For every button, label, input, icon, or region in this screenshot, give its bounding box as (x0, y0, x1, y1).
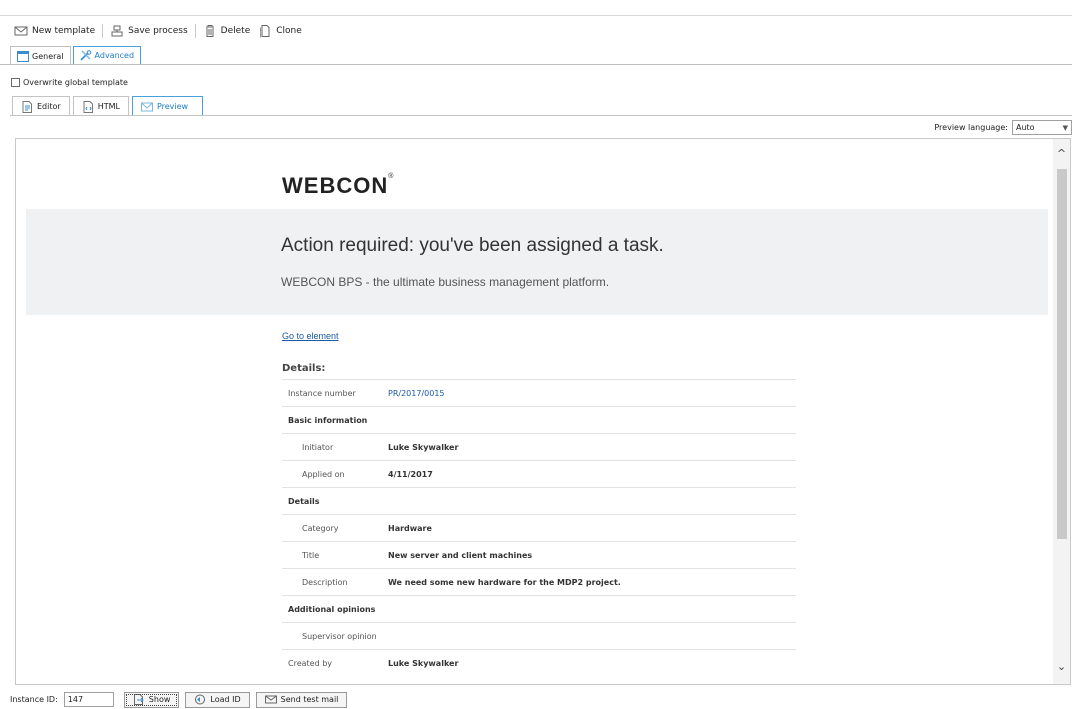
show-label: Show (148, 695, 171, 704)
details-row-value: 4/11/2017 (388, 469, 433, 479)
overwrite-global-template-row[interactable]: Overwrite global template (11, 78, 128, 87)
details-row-label: Additional opinions (288, 604, 376, 614)
tab-divider (0, 64, 1072, 65)
tab-editor[interactable]: Editor (12, 96, 70, 116)
load-id-label: Load ID (210, 695, 241, 704)
new-mail-template-icon (14, 26, 28, 35)
details-row: Description We need some new hardware for… (282, 568, 796, 595)
details-row-label: Initiator (302, 442, 334, 452)
save-process-button[interactable]: Save process (106, 21, 192, 41)
toolbar-separator (194, 23, 196, 38)
details-row-value: Luke Skywalker (388, 442, 459, 452)
header-banner: Action required: you've been assigned a … (26, 209, 1048, 315)
preview-language-label: Preview language: (934, 123, 1008, 132)
details-row: Created by Luke Skywalker (282, 649, 796, 676)
logo-text: WEBCON (282, 173, 389, 198)
details-heading: Details: (282, 363, 326, 374)
details-row-value: Luke Skywalker (388, 658, 459, 668)
details-section-row: Details (282, 487, 796, 514)
preview-language-select[interactable]: Auto ▼ (1012, 120, 1072, 135)
details-row-value: Hardware (388, 523, 432, 533)
main-tabs: General Advanced (10, 46, 143, 65)
details-row-label: Details (288, 496, 320, 506)
details-row-value: New server and client machines (388, 550, 533, 560)
details-row: Supervisor opinion (282, 622, 796, 649)
webcon-logo: WEBCON® (282, 173, 394, 199)
save-process-icon (111, 25, 123, 36)
tab-preview-label: Preview (156, 102, 189, 111)
go-to-element-link[interactable]: Go to element (282, 331, 339, 341)
send-test-mail-button[interactable]: Send test mail (255, 691, 348, 708)
details-row-label: Basic information (288, 415, 368, 425)
new-template-label: New template (32, 25, 96, 36)
overwrite-global-template-checkbox[interactable] (11, 78, 20, 87)
load-id-icon (195, 694, 206, 705)
details-table: Instance number PR/2017/0015 Basic informa… (282, 379, 796, 676)
tab-preview[interactable]: Preview (131, 96, 204, 116)
vertical-scrollbar[interactable]: ^ ⌄ (1053, 139, 1070, 684)
banner-title: Action required: you've been assigned a … (281, 235, 664, 256)
sub-tab-divider (10, 115, 1072, 116)
tab-general[interactable]: General (10, 46, 71, 65)
details-row-label: Description (302, 577, 348, 587)
new-template-button[interactable]: New template (10, 21, 99, 41)
details-row-label: Title (302, 550, 320, 560)
scroll-up-icon[interactable]: ^ (1056, 148, 1067, 159)
send-test-mail-label: Send test mail (280, 695, 339, 704)
save-process-label: Save process (128, 25, 188, 36)
send-mail-icon (264, 695, 277, 704)
tab-editor-label: Editor (37, 102, 61, 111)
details-row: Initiator Luke Skywalker (282, 433, 796, 460)
details-row-label: Created by (288, 658, 333, 668)
details-row-label: Applied on (302, 469, 345, 479)
preview-frame: WEBCON® Action required: you've been ass… (15, 138, 1071, 685)
preview-mail-icon (140, 102, 153, 111)
editor-tabs: Editor HTML Preview (12, 96, 206, 116)
trash-icon (205, 24, 214, 37)
editor-doc-icon (22, 100, 32, 113)
html-doc-icon (83, 100, 93, 113)
details-row: Applied on 4/11/2017 (282, 460, 796, 487)
preview-language-value: Auto (1016, 123, 1035, 132)
delete-label: Delete (220, 25, 251, 36)
toolbar: New template Save process Delete Clone (0, 15, 1072, 45)
preview-language-row: Preview language: Auto ▼ (934, 120, 1072, 135)
delete-button[interactable]: Delete (199, 21, 255, 41)
scroll-down-icon[interactable]: ⌄ (1056, 661, 1067, 672)
details-row-value: We need some new hardware for the MDP2 p… (388, 577, 621, 587)
tab-html[interactable]: HTML (72, 96, 129, 116)
details-row-label: Instance number (288, 388, 356, 398)
instance-id-input[interactable]: 147 (63, 692, 114, 707)
toolbar-separator (102, 23, 104, 38)
tab-general-label: General (32, 51, 64, 61)
details-row-label: Supervisor opinion (302, 631, 377, 641)
load-id-button[interactable]: Load ID (185, 691, 250, 708)
tab-advanced[interactable]: Advanced (72, 46, 142, 65)
chevron-down-icon: ▼ (1062, 123, 1068, 132)
details-row: Category Hardware (282, 514, 796, 541)
show-doc-icon (133, 694, 144, 705)
instance-id-label: Instance ID: (10, 695, 58, 704)
clone-label: Clone (276, 25, 302, 36)
details-section-row: Basic information (282, 406, 796, 433)
banner-subtitle: WEBCON BPS - the ultimate business manag… (281, 275, 610, 289)
scroll-thumb[interactable] (1057, 169, 1067, 539)
tools-icon (79, 50, 91, 61)
bottom-bar: Instance ID: 147 Show Load ID Send test … (0, 690, 1072, 709)
details-row: Instance number PR/2017/0015 (282, 379, 796, 406)
registered-mark: ® (388, 173, 395, 180)
details-row-value[interactable]: PR/2017/0015 (388, 389, 445, 398)
clone-button[interactable]: Clone (254, 21, 306, 41)
details-section-row: Additional opinions (282, 595, 796, 622)
tab-html-label: HTML (97, 102, 120, 111)
tab-advanced-label: Advanced (94, 51, 135, 60)
show-button[interactable]: Show (123, 691, 180, 708)
details-row-label: Category (302, 523, 339, 533)
clone-icon (260, 24, 270, 37)
window-icon (17, 50, 29, 62)
details-row: Title New server and client machines (282, 541, 796, 568)
overwrite-global-template-label: Overwrite global template (23, 78, 128, 87)
